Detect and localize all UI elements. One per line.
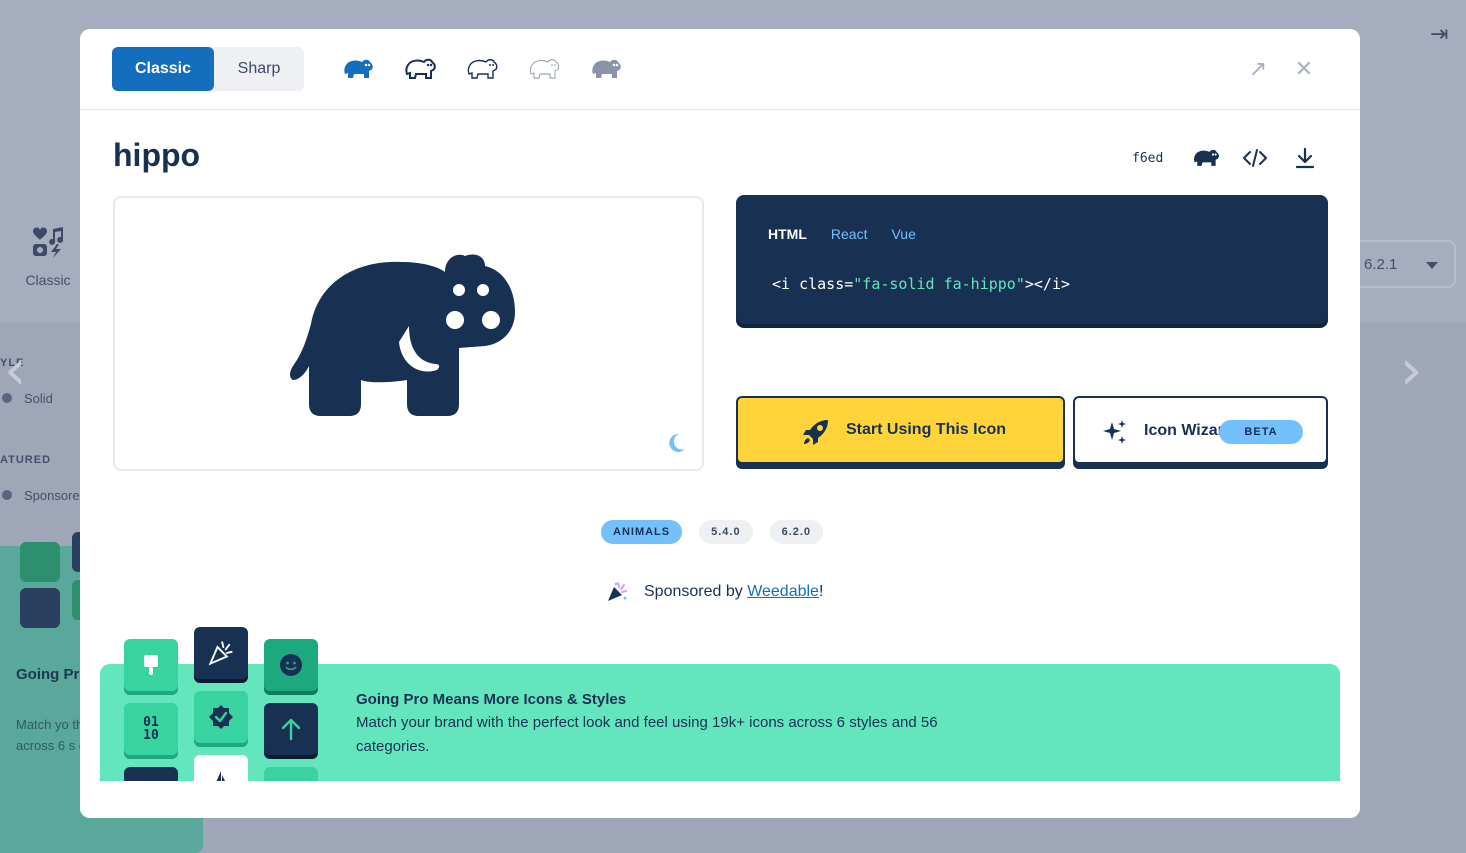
icon-preview [113,196,704,471]
category-tag[interactable]: ANIMALS [601,520,683,544]
code-suffix: ></i> [1024,275,1071,293]
pro-banner-description: Match your brand with the perfect look a… [356,714,938,755]
style-variants [342,53,622,85]
icon-wizard-button[interactable]: Icon Wizard BETA [1073,396,1328,464]
open-icon-page-icon[interactable]: ↗ [1244,55,1272,83]
tile-partial [264,767,318,781]
version-value: 6.2.1 [1364,256,1398,273]
next-arrow-icon[interactable]: › [1400,338,1422,403]
code-icon[interactable] [1240,145,1270,171]
sponsor-prefix: Sponsored by [644,583,748,600]
rocket-icon [803,420,828,445]
sponsored-filter-label[interactable]: Sponsore [24,488,80,503]
promo-tile [20,588,60,628]
start-using-icon-button[interactable]: Start Using This Icon [736,396,1065,464]
unicode-copy-button[interactable]: f6ed [1132,145,1163,171]
family-sharp-button[interactable]: Sharp [214,47,304,91]
sparkles-icon [1103,420,1126,444]
close-icon[interactable]: ✕ [1290,55,1318,83]
beta-badge: BETA [1219,420,1303,444]
caret-down-icon [1426,262,1438,269]
style-filter-classic[interactable]: Classic [18,225,78,288]
tab-html[interactable]: HTML [768,226,807,242]
previous-arrow-icon[interactable]: ‹ [4,338,26,403]
family-toggle: Classic Sharp [112,47,304,91]
code-tabs: HTML React Vue [768,226,916,242]
tile-partial [124,767,178,781]
featured-heading: ATURED [0,454,52,466]
hippo-duotone-icon[interactable] [590,53,622,85]
pro-banner-tiles: 01 10 [80,619,340,781]
smile-icon [264,639,318,691]
start-using-label: Start Using This Icon [846,421,1007,438]
hippo-light-icon[interactable] [466,53,498,85]
code-prefix: <i class= [772,275,854,293]
copy-glyph-icon[interactable] [1191,145,1221,171]
hippo-thin-icon[interactable] [528,53,560,85]
modal-header: Classic Sharp ↗ ✕ [80,29,1360,110]
party-popper-icon [608,582,627,601]
arrow-up-icon [264,703,318,755]
style-filter-label: Classic [25,272,71,288]
hippo-regular-icon[interactable] [404,53,436,85]
download-icon[interactable] [1290,145,1320,171]
tab-react[interactable]: React [831,226,868,242]
icon-detail-modal: Classic Sharp ↗ ✕ hippo f6ed HTML React … [80,29,1360,818]
pro-banner-title: Going Pro Means More Icons & Styles [356,691,627,708]
badge-check-icon [194,691,248,743]
family-classic-button[interactable]: Classic [112,47,214,91]
version-tag: 5.4.0 [699,520,753,544]
sailboat-icon [194,755,248,781]
sponsored-icon [2,490,12,500]
code-snippet[interactable]: <i class="fa-solid fa-hippo"></i> [772,275,1070,293]
version-select[interactable]: 6.2.1 [1352,240,1456,288]
code-class-value: "fa-solid fa-hippo" [853,275,1025,293]
classic-style-icon [33,227,64,258]
paintbrush-icon [124,639,178,691]
dark-mode-toggle-icon[interactable] [665,432,687,454]
hippo-icon [290,254,515,416]
sponsor-suffix: ! [818,583,824,600]
party-popper-icon [194,627,248,679]
promo-tile [20,542,60,582]
solid-filter-label[interactable]: Solid [24,391,53,406]
binary-icon: 01 10 [124,703,178,755]
version-tag: 6.2.0 [769,520,824,544]
sign-in-icon[interactable]: ⇥ [1430,22,1448,47]
modal-bottom-padding [80,781,1360,818]
icon-tags: ANIMALS 5.4.0 6.2.0 [601,520,824,544]
sponsor-line: Sponsored by Weedable ! [606,581,823,603]
tab-vue[interactable]: Vue [891,226,915,242]
hippo-solid-icon[interactable] [342,53,374,85]
code-snippet-panel: HTML React Vue <i class="fa-solid fa-hip… [736,195,1328,324]
binary-label: 01 10 [143,715,159,743]
sponsor-link[interactable]: Weedable [747,583,819,601]
icon-title: hippo [113,137,201,173]
